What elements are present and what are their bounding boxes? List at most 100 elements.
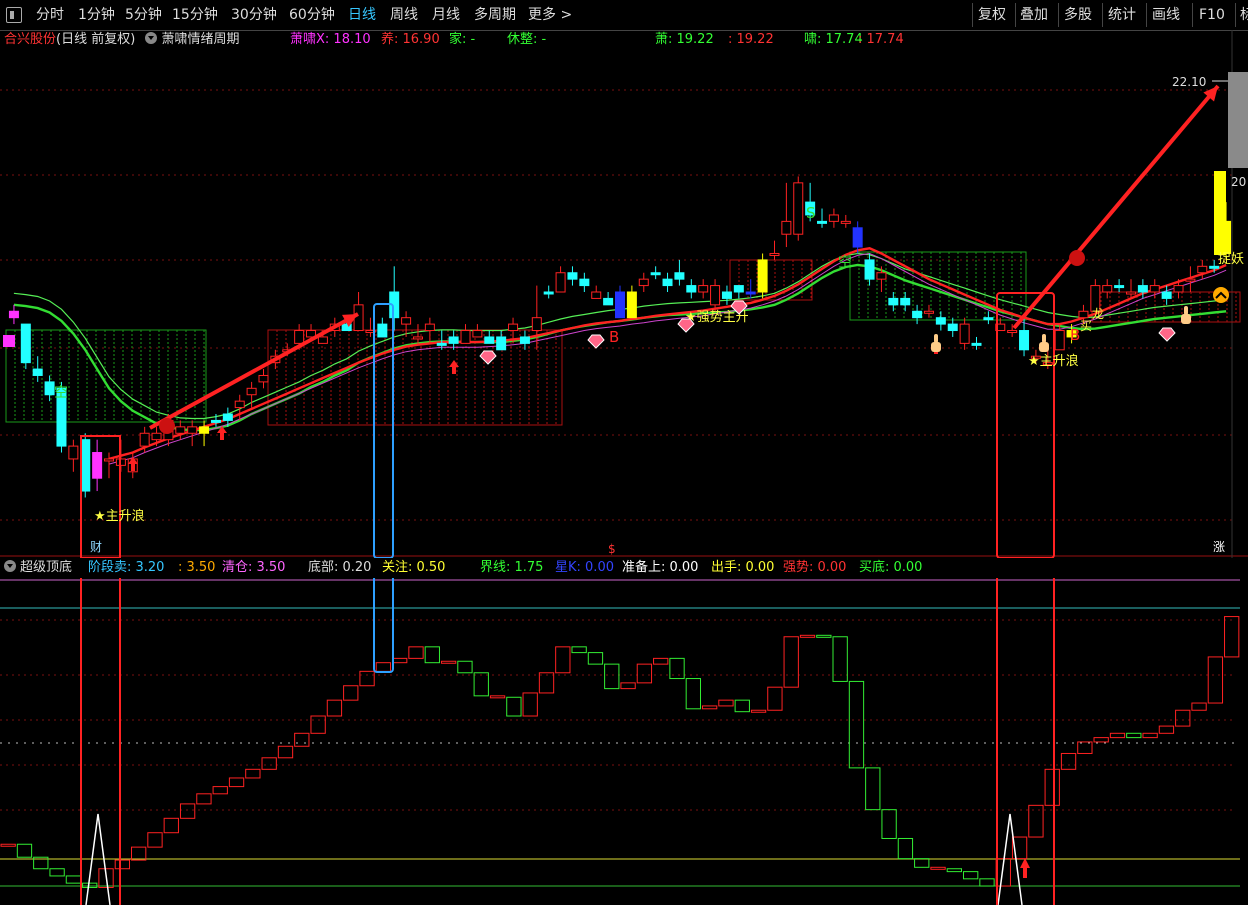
candle-body (710, 285, 721, 306)
candle-body (781, 220, 792, 235)
candle-body (175, 426, 186, 434)
stage-step (734, 699, 750, 713)
period-tab-5[interactable]: 60分钟 (289, 0, 335, 30)
candle-body (496, 336, 507, 351)
candle (8, 304, 19, 325)
candle-body (686, 285, 697, 293)
candle (603, 292, 614, 306)
stage-step (326, 699, 343, 717)
candle-body (1197, 265, 1208, 274)
candle-body (888, 297, 899, 306)
candle-body (401, 317, 412, 325)
hand-finger (1184, 306, 1188, 315)
candle (68, 439, 79, 472)
sub-buy-arrow-icon (1020, 858, 1030, 878)
sub-indicator-chart[interactable] (0, 578, 1248, 905)
candle (828, 208, 839, 228)
candle (733, 285, 744, 299)
candle-body (745, 291, 756, 295)
toolbar-separator (1015, 3, 1016, 27)
candle-body (733, 285, 744, 293)
candle-body (947, 323, 958, 332)
candle (472, 324, 483, 338)
price-high-label: 22.10 (1172, 75, 1206, 89)
period-tab-0[interactable]: 分时 (36, 0, 64, 30)
tool-button-0[interactable]: 复权 (978, 0, 1006, 30)
tool-button-1[interactable]: 叠加 (1020, 0, 1048, 30)
stage-step (701, 705, 718, 710)
period-tab-2[interactable]: 5分钟 (125, 0, 162, 30)
candle-body (900, 297, 911, 306)
tool-button-2[interactable]: 多股 (1064, 0, 1092, 30)
candle (175, 420, 186, 440)
candle-body (959, 323, 970, 344)
period-tab-3[interactable]: 15分钟 (172, 0, 218, 30)
candle-body (472, 330, 483, 338)
period-tab-6[interactable]: 日线 (348, 0, 376, 30)
candle-body (864, 259, 875, 280)
candle (306, 324, 317, 338)
candle-body (769, 252, 780, 256)
candle (460, 324, 471, 344)
candle (377, 317, 388, 338)
gem-icon (1158, 327, 1176, 342)
stage-step (587, 652, 604, 665)
sub-indicator-name[interactable]: 超级顶底 (20, 560, 72, 575)
period-tab-10[interactable]: 更多 > (528, 0, 572, 30)
tool-button-6[interactable]: 标 (1240, 0, 1248, 30)
period-tab-1[interactable]: 1分钟 (78, 0, 115, 30)
stage-step (946, 868, 963, 873)
stage-step (1044, 768, 1060, 806)
gem-shape (479, 350, 497, 365)
period-tab-8[interactable]: 月线 (432, 0, 460, 30)
candle (579, 272, 590, 292)
candle (864, 253, 875, 286)
main-price-chart[interactable]: 22.1020★主升浪★强势主升★主升浪捉妖BBS空空多多龙买财$涨 (0, 30, 1248, 558)
period-tab-9[interactable]: 多周期 (474, 0, 516, 30)
sub-value-10: 买底: 0.00 (859, 560, 923, 575)
menu-icon[interactable] (6, 7, 22, 23)
period-toolbar: 分时 1分钟 5分钟 15分钟 30分钟 60分钟 日线 周线 月线 多周期 更多 > 复权 叠加 多股统… (0, 0, 1248, 31)
signal-label-8: 空 (838, 255, 852, 271)
candle (698, 279, 709, 299)
signal-label-11: 龙 (1092, 307, 1104, 321)
hand-pointer-icon (931, 334, 941, 352)
stage-step (473, 672, 489, 697)
candle (543, 285, 554, 299)
candle (840, 214, 851, 228)
candle (591, 285, 602, 299)
stage-step (685, 678, 701, 710)
candle (44, 375, 55, 402)
period-tab-4[interactable]: 30分钟 (231, 0, 277, 30)
candle-body (757, 259, 768, 293)
candle-body (1137, 285, 1148, 293)
candle-body (460, 330, 471, 344)
candle (626, 285, 637, 319)
candle (1161, 285, 1172, 305)
candle (793, 176, 804, 241)
candle-body (234, 400, 245, 409)
stage-step (897, 837, 914, 860)
candle-body (8, 310, 19, 319)
tool-button-4[interactable]: 画线 (1152, 0, 1180, 30)
candle (662, 272, 673, 292)
signal-label-3: 捉妖 (1218, 252, 1244, 267)
candle-body (1149, 285, 1160, 293)
candle-body (912, 310, 923, 319)
sub-indicator-dropdown-icon[interactable] (4, 560, 16, 572)
stage-step (440, 660, 457, 664)
candle-body (1019, 330, 1030, 351)
gem-shape (587, 334, 605, 349)
candle (1054, 324, 1065, 351)
tool-button-5[interactable]: F10 (1199, 0, 1225, 30)
stage-step (163, 817, 179, 834)
candle-body (555, 272, 566, 293)
candle (674, 259, 685, 286)
stage-step (261, 757, 277, 770)
period-tab-7[interactable]: 周线 (390, 0, 418, 30)
tool-button-3[interactable]: 统计 (1108, 0, 1136, 30)
candle-body (92, 452, 103, 479)
candle-body (1054, 330, 1065, 351)
candle (80, 433, 91, 498)
bull-badge-icon (159, 418, 175, 434)
